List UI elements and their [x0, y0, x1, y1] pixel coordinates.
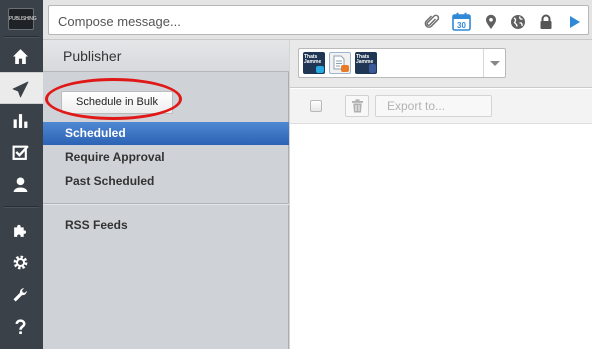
nav-home[interactable] — [0, 40, 43, 72]
help-question-icon — [15, 319, 26, 335]
menu-item-label: RSS Feeds — [65, 218, 128, 232]
nav-contacts[interactable] — [0, 168, 43, 200]
compose-placeholder: Compose message... — [58, 14, 181, 29]
nav-divider — [4, 36, 39, 37]
select-all-checkbox[interactable] — [310, 100, 322, 112]
nav-help[interactable] — [0, 310, 43, 342]
profile-selector[interactable]: Thats Jamme Thats Jamme — [298, 48, 506, 78]
avatar-line: Jamme — [304, 59, 322, 65]
send-arrow-icon[interactable] — [567, 14, 583, 30]
app-logo[interactable]: PUBLISHING — [8, 8, 37, 30]
twitter-icon — [316, 66, 324, 73]
compose-bar: Compose message... 30 — [43, 0, 592, 40]
bulk-action-bar: Export to... — [290, 89, 592, 124]
globe-icon[interactable] — [510, 14, 526, 30]
publisher-panel: Publisher Schedule in Bulk Scheduled Req… — [43, 40, 289, 349]
page-title: Publisher — [63, 48, 122, 64]
nav-settings[interactable] — [0, 246, 43, 278]
menu-item-scheduled[interactable]: Scheduled — [43, 122, 289, 145]
trash-icon — [352, 99, 363, 113]
lock-icon[interactable] — [538, 14, 554, 30]
menu-item-require-approval[interactable]: Require Approval — [43, 146, 289, 169]
menu-item-label: Scheduled — [65, 126, 126, 140]
profile-filter-bar: Thats Jamme Thats Jamme — [290, 40, 592, 88]
facebook-profile-avatar[interactable]: Thats Jamme — [355, 52, 377, 74]
nav-divider — [4, 206, 39, 207]
tools-wrench-icon — [13, 288, 27, 302]
facebook-icon — [369, 64, 376, 73]
analytics-icon — [13, 114, 28, 128]
menu-item-past-scheduled[interactable]: Past Scheduled — [43, 170, 289, 193]
nav-publisher[interactable] — [0, 72, 50, 104]
delete-button[interactable] — [345, 95, 369, 117]
publisher-header: Publisher — [43, 40, 289, 72]
export-label: Export to... — [387, 99, 446, 113]
annotation-circle — [45, 78, 182, 120]
assignments-icon — [12, 145, 29, 160]
apps-puzzle-icon — [14, 224, 27, 237]
menu-item-label: Require Approval — [65, 150, 165, 164]
wordpress-profile-avatar[interactable] — [329, 52, 351, 74]
menu-item-rss-feeds[interactable]: RSS Feeds — [43, 214, 289, 237]
menu-item-label: Past Scheduled — [65, 174, 155, 188]
calendar-icon[interactable]: 30 — [452, 12, 471, 31]
logo-text: PUBLISHING — [9, 16, 37, 22]
feed-icon — [341, 65, 349, 72]
send-icon — [12, 81, 29, 98]
nav-analytics[interactable] — [0, 104, 43, 136]
menu-divider — [43, 203, 289, 204]
calendar-day: 30 — [457, 21, 466, 30]
contacts-icon — [13, 177, 28, 192]
main-content: Thats Jamme Thats Jamme Export to... — [290, 40, 592, 349]
compose-message-input[interactable]: Compose message... 30 — [48, 5, 589, 35]
attachment-icon[interactable] — [424, 14, 440, 30]
export-button[interactable]: Export to... — [375, 95, 492, 117]
nav-assignments[interactable] — [0, 136, 43, 168]
location-pin-icon[interactable] — [483, 14, 499, 30]
settings-gear-icon — [13, 255, 28, 270]
home-icon — [13, 49, 28, 64]
main-nav: PUBLISHING — [0, 0, 50, 349]
nav-tools[interactable] — [0, 278, 43, 310]
chevron-down-icon[interactable] — [483, 49, 505, 77]
nav-apps[interactable] — [0, 214, 43, 246]
twitter-profile-avatar[interactable]: Thats Jamme — [303, 52, 325, 74]
